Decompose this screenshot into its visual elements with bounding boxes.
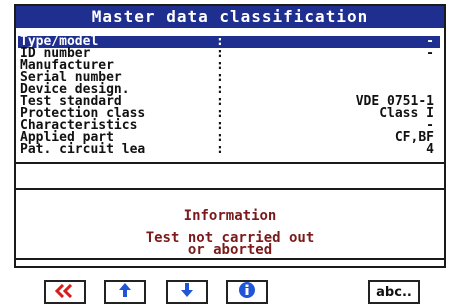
- move-up-button[interactable]: [104, 280, 146, 304]
- double-chevron-left-icon: [54, 283, 76, 302]
- row-value: 4: [426, 142, 434, 157]
- text-input-label: abc..: [376, 284, 412, 300]
- information-dialog: Information Test not carried out or abor…: [16, 188, 444, 260]
- text-input-button[interactable]: abc..: [368, 280, 420, 304]
- information-message: Test not carried out or aborted: [16, 231, 444, 258]
- info-button[interactable]: [226, 280, 268, 304]
- row-value: -: [426, 46, 434, 61]
- master-data-panel: Type/model : - ID number : - Manufacture…: [16, 30, 444, 164]
- row-pat-circuit-leads[interactable]: Pat. circuit lea : 4: [18, 142, 440, 157]
- information-title: Information: [183, 208, 277, 224]
- row-label: Pat. circuit lea: [20, 142, 146, 157]
- info-icon: [238, 281, 256, 303]
- device-screen: Master data classification Type/model : …: [0, 0, 454, 307]
- arrow-down-icon: [180, 282, 194, 302]
- arrow-up-icon: [118, 282, 132, 302]
- first-page-button[interactable]: [44, 280, 86, 304]
- row-separator: :: [216, 142, 224, 157]
- information-line-2: or aborted: [187, 242, 273, 258]
- window-title: Master data classification: [16, 6, 444, 28]
- move-down-button[interactable]: [166, 280, 208, 304]
